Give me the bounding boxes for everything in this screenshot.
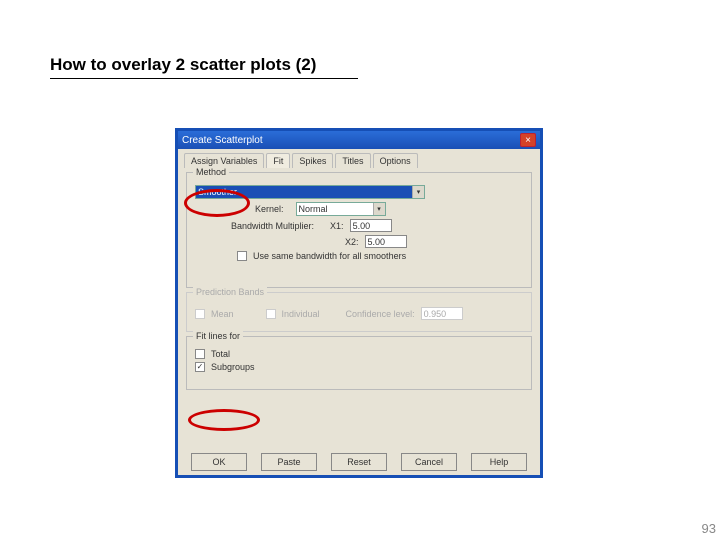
subgroups-checkbox[interactable]: ✓ [195, 362, 205, 372]
x2-label: X2: [345, 237, 359, 247]
kernel-label: Kernel: [255, 204, 284, 214]
kernel-value: Normal [299, 204, 328, 214]
same-bandwidth-checkbox[interactable] [237, 251, 247, 261]
tab-spikes[interactable]: Spikes [292, 153, 333, 168]
chevron-down-icon: ▾ [373, 203, 385, 215]
close-icon[interactable]: × [520, 133, 536, 147]
tab-options[interactable]: Options [373, 153, 418, 168]
fit-lines-group: Fit lines for Total ✓ Subgroups [186, 336, 532, 390]
method-group: Method Smoother ▾ Kernel: Normal ▾ Bandw… [186, 172, 532, 288]
button-row: OK Paste Reset Cancel Help [178, 453, 540, 471]
tab-row: Assign Variables Fit Spikes Titles Optio… [178, 149, 540, 168]
mean-label: Mean [211, 309, 234, 319]
total-label: Total [211, 349, 230, 359]
mean-checkbox [195, 309, 205, 319]
x1-input[interactable]: 5.00 [350, 219, 392, 232]
fitlines-legend: Fit lines for [193, 331, 243, 341]
total-checkbox[interactable] [195, 349, 205, 359]
confidence-input: 0.950 [421, 307, 463, 320]
slide-title: How to overlay 2 scatter plots (2) [50, 55, 316, 75]
bandwidth-label: Bandwidth Multiplier: [231, 221, 314, 231]
tab-assign-variables[interactable]: Assign Variables [184, 153, 264, 168]
page-number: 93 [702, 521, 716, 536]
same-bandwidth-label: Use same bandwidth for all smoothers [253, 251, 406, 261]
help-button[interactable]: Help [471, 453, 527, 471]
dialog-body: Assign Variables Fit Spikes Titles Optio… [178, 149, 540, 475]
paste-button[interactable]: Paste [261, 453, 317, 471]
highlight-ellipse-subgroups [188, 409, 260, 431]
method-legend: Method [193, 167, 229, 177]
ok-button[interactable]: OK [191, 453, 247, 471]
tab-fit[interactable]: Fit [266, 153, 290, 168]
smoother-value: Smoother [198, 187, 237, 197]
individual-checkbox [266, 309, 276, 319]
x1-label: X1: [330, 221, 344, 231]
dialog-window: Create Scatterplot × Assign Variables Fi… [175, 128, 543, 478]
title-underline [50, 78, 358, 79]
prediction-legend: Prediction Bands [193, 287, 267, 297]
smoother-combo[interactable]: Smoother ▾ [195, 185, 425, 199]
tab-titles[interactable]: Titles [335, 153, 370, 168]
individual-label: Individual [282, 309, 320, 319]
confidence-label: Confidence level: [346, 309, 415, 319]
chevron-down-icon: ▾ [412, 186, 424, 198]
kernel-combo[interactable]: Normal ▾ [296, 202, 386, 216]
subgroups-label: Subgroups [211, 362, 255, 372]
reset-button[interactable]: Reset [331, 453, 387, 471]
x2-input[interactable]: 5.00 [365, 235, 407, 248]
prediction-bands-group: Prediction Bands Mean Individual Confide… [186, 292, 532, 332]
dialog-title: Create Scatterplot [182, 135, 520, 146]
titlebar: Create Scatterplot × [178, 131, 540, 149]
cancel-button[interactable]: Cancel [401, 453, 457, 471]
